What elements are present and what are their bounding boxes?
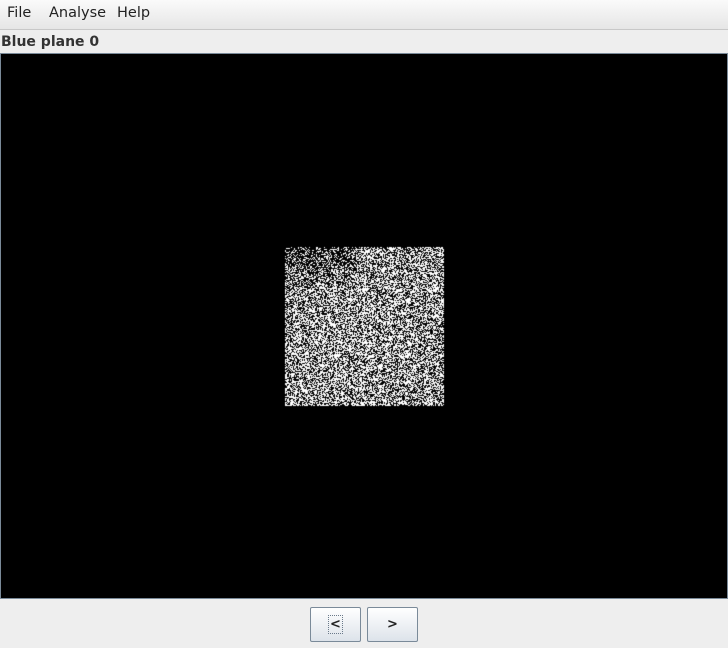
menu-help[interactable]: Help <box>117 4 150 24</box>
bit-plane-image <box>1 54 727 598</box>
menu-analyse[interactable]: Analyse <box>49 4 106 24</box>
previous-button[interactable]: < <box>310 607 361 642</box>
menu-bar: File Analyse Help <box>0 0 728 30</box>
next-button[interactable]: > <box>367 607 418 642</box>
previous-button-label: < <box>328 615 343 634</box>
menu-file[interactable]: File <box>7 4 31 24</box>
next-button-label: > <box>387 617 398 632</box>
plane-title: Blue plane 0 <box>1 34 100 50</box>
image-viewer <box>0 53 728 599</box>
